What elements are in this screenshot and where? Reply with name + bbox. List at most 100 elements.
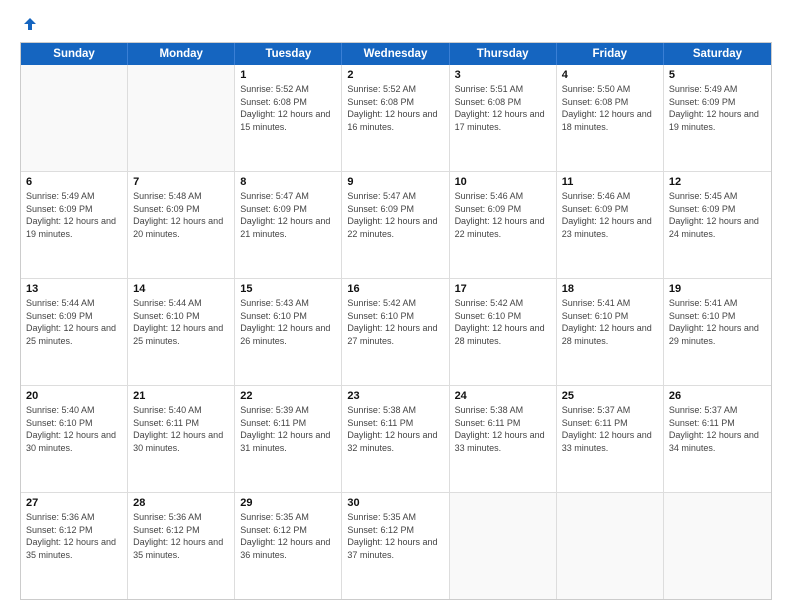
calendar: SundayMondayTuesdayWednesdayThursdayFrid… xyxy=(20,42,772,600)
day-cell-17: 17 Sunrise: 5:42 AMSunset: 6:10 PMDayligh… xyxy=(450,279,557,385)
day-cell-3: 3 Sunrise: 5:51 AMSunset: 6:08 PMDaylight… xyxy=(450,65,557,171)
day-cell-24: 24 Sunrise: 5:38 AMSunset: 6:11 PMDayligh… xyxy=(450,386,557,492)
header-day-sunday: Sunday xyxy=(21,43,128,65)
header-day-friday: Friday xyxy=(557,43,664,65)
day-cell-19: 19 Sunrise: 5:41 AMSunset: 6:10 PMDayligh… xyxy=(664,279,771,385)
day-number: 23 xyxy=(347,390,443,402)
day-cell-9: 9 Sunrise: 5:47 AMSunset: 6:09 PMDaylight… xyxy=(342,172,449,278)
day-info: Sunrise: 5:35 AMSunset: 6:12 PMDaylight:… xyxy=(347,511,443,561)
day-number: 6 xyxy=(26,176,122,188)
day-info: Sunrise: 5:42 AMSunset: 6:10 PMDaylight:… xyxy=(455,297,551,347)
day-cell-15: 15 Sunrise: 5:43 AMSunset: 6:10 PMDayligh… xyxy=(235,279,342,385)
day-number: 21 xyxy=(133,390,229,402)
day-cell-12: 12 Sunrise: 5:45 AMSunset: 6:09 PMDayligh… xyxy=(664,172,771,278)
day-cell-6: 6 Sunrise: 5:49 AMSunset: 6:09 PMDaylight… xyxy=(21,172,128,278)
day-number: 3 xyxy=(455,69,551,81)
day-info: Sunrise: 5:41 AMSunset: 6:10 PMDaylight:… xyxy=(669,297,766,347)
day-info: Sunrise: 5:40 AMSunset: 6:11 PMDaylight:… xyxy=(133,404,229,454)
day-number: 28 xyxy=(133,497,229,509)
day-cell-25: 25 Sunrise: 5:37 AMSunset: 6:11 PMDayligh… xyxy=(557,386,664,492)
header-day-wednesday: Wednesday xyxy=(342,43,449,65)
day-info: Sunrise: 5:40 AMSunset: 6:10 PMDaylight:… xyxy=(26,404,122,454)
header-day-saturday: Saturday xyxy=(664,43,771,65)
day-cell-7: 7 Sunrise: 5:48 AMSunset: 6:09 PMDaylight… xyxy=(128,172,235,278)
day-info: Sunrise: 5:39 AMSunset: 6:11 PMDaylight:… xyxy=(240,404,336,454)
header-day-thursday: Thursday xyxy=(450,43,557,65)
empty-cell xyxy=(128,65,235,171)
day-number: 14 xyxy=(133,283,229,295)
day-cell-20: 20 Sunrise: 5:40 AMSunset: 6:10 PMDayligh… xyxy=(21,386,128,492)
logo xyxy=(20,16,38,32)
day-number: 8 xyxy=(240,176,336,188)
day-info: Sunrise: 5:36 AMSunset: 6:12 PMDaylight:… xyxy=(133,511,229,561)
day-cell-8: 8 Sunrise: 5:47 AMSunset: 6:09 PMDaylight… xyxy=(235,172,342,278)
day-info: Sunrise: 5:51 AMSunset: 6:08 PMDaylight:… xyxy=(455,83,551,133)
day-info: Sunrise: 5:46 AMSunset: 6:09 PMDaylight:… xyxy=(562,190,658,240)
week-row-2: 6 Sunrise: 5:49 AMSunset: 6:09 PMDaylight… xyxy=(21,172,771,279)
page: SundayMondayTuesdayWednesdayThursdayFrid… xyxy=(0,0,792,612)
day-number: 9 xyxy=(347,176,443,188)
day-number: 15 xyxy=(240,283,336,295)
day-cell-13: 13 Sunrise: 5:44 AMSunset: 6:09 PMDayligh… xyxy=(21,279,128,385)
calendar-body: 1 Sunrise: 5:52 AMSunset: 6:08 PMDaylight… xyxy=(21,65,771,599)
day-info: Sunrise: 5:37 AMSunset: 6:11 PMDaylight:… xyxy=(562,404,658,454)
day-info: Sunrise: 5:45 AMSunset: 6:09 PMDaylight:… xyxy=(669,190,766,240)
day-info: Sunrise: 5:44 AMSunset: 6:09 PMDaylight:… xyxy=(26,297,122,347)
day-number: 27 xyxy=(26,497,122,509)
day-number: 1 xyxy=(240,69,336,81)
day-number: 25 xyxy=(562,390,658,402)
logo-icon xyxy=(22,16,38,32)
day-info: Sunrise: 5:48 AMSunset: 6:09 PMDaylight:… xyxy=(133,190,229,240)
day-cell-4: 4 Sunrise: 5:50 AMSunset: 6:08 PMDaylight… xyxy=(557,65,664,171)
day-number: 17 xyxy=(455,283,551,295)
day-info: Sunrise: 5:36 AMSunset: 6:12 PMDaylight:… xyxy=(26,511,122,561)
day-number: 7 xyxy=(133,176,229,188)
day-cell-10: 10Sunrise: 5:46 AMSunset: 6:09 PMDayligh… xyxy=(450,172,557,278)
week-row-4: 20 Sunrise: 5:40 AMSunset: 6:10 PMDayligh… xyxy=(21,386,771,493)
day-number: 29 xyxy=(240,497,336,509)
day-number: 5 xyxy=(669,69,766,81)
calendar-header: SundayMondayTuesdayWednesdayThursdayFrid… xyxy=(21,43,771,65)
day-info: Sunrise: 5:37 AMSunset: 6:11 PMDaylight:… xyxy=(669,404,766,454)
week-row-3: 13 Sunrise: 5:44 AMSunset: 6:09 PMDayligh… xyxy=(21,279,771,386)
empty-cell xyxy=(450,493,557,599)
week-row-5: 27 Sunrise: 5:36 AMSunset: 6:12 PMDayligh… xyxy=(21,493,771,599)
day-number: 16 xyxy=(347,283,443,295)
day-info: Sunrise: 5:38 AMSunset: 6:11 PMDaylight:… xyxy=(347,404,443,454)
empty-cell xyxy=(21,65,128,171)
day-info: Sunrise: 5:47 AMSunset: 6:09 PMDaylight:… xyxy=(240,190,336,240)
day-number: 30 xyxy=(347,497,443,509)
day-info: Sunrise: 5:41 AMSunset: 6:10 PMDaylight:… xyxy=(562,297,658,347)
day-number: 20 xyxy=(26,390,122,402)
day-number: 13 xyxy=(26,283,122,295)
day-number: 12 xyxy=(669,176,766,188)
day-number: 4 xyxy=(562,69,658,81)
day-info: Sunrise: 5:49 AMSunset: 6:09 PMDaylight:… xyxy=(669,83,766,133)
empty-cell xyxy=(557,493,664,599)
day-number: 19 xyxy=(669,283,766,295)
day-info: Sunrise: 5:35 AMSunset: 6:12 PMDaylight:… xyxy=(240,511,336,561)
day-info: Sunrise: 5:49 AMSunset: 6:09 PMDaylight:… xyxy=(26,190,122,240)
day-number: 24 xyxy=(455,390,551,402)
day-cell-1: 1 Sunrise: 5:52 AMSunset: 6:08 PMDaylight… xyxy=(235,65,342,171)
day-cell-30: 30 Sunrise: 5:35 AMSunset: 6:12 PMDayligh… xyxy=(342,493,449,599)
header-day-tuesday: Tuesday xyxy=(235,43,342,65)
day-cell-11: 11Sunrise: 5:46 AMSunset: 6:09 PMDayligh… xyxy=(557,172,664,278)
day-info: Sunrise: 5:43 AMSunset: 6:10 PMDaylight:… xyxy=(240,297,336,347)
day-info: Sunrise: 5:44 AMSunset: 6:10 PMDaylight:… xyxy=(133,297,229,347)
day-info: Sunrise: 5:52 AMSunset: 6:08 PMDaylight:… xyxy=(240,83,336,133)
day-cell-23: 23 Sunrise: 5:38 AMSunset: 6:11 PMDayligh… xyxy=(342,386,449,492)
day-info: Sunrise: 5:38 AMSunset: 6:11 PMDaylight:… xyxy=(455,404,551,454)
day-cell-27: 27 Sunrise: 5:36 AMSunset: 6:12 PMDayligh… xyxy=(21,493,128,599)
day-number: 18 xyxy=(562,283,658,295)
day-cell-26: 26Sunrise: 5:37 AMSunset: 6:11 PMDayligh… xyxy=(664,386,771,492)
day-info: Sunrise: 5:50 AMSunset: 6:08 PMDaylight:… xyxy=(562,83,658,133)
day-cell-16: 16Sunrise: 5:42 AMSunset: 6:10 PMDayligh… xyxy=(342,279,449,385)
day-cell-29: 29 Sunrise: 5:35 AMSunset: 6:12 PMDayligh… xyxy=(235,493,342,599)
day-cell-2: 2Sunrise: 5:52 AMSunset: 6:08 PMDaylight… xyxy=(342,65,449,171)
day-info: Sunrise: 5:47 AMSunset: 6:09 PMDaylight:… xyxy=(347,190,443,240)
day-number: 22 xyxy=(240,390,336,402)
day-cell-14: 14 Sunrise: 5:44 AMSunset: 6:10 PMDayligh… xyxy=(128,279,235,385)
day-cell-22: 22 Sunrise: 5:39 AMSunset: 6:11 PMDayligh… xyxy=(235,386,342,492)
day-number: 2 xyxy=(347,69,443,81)
